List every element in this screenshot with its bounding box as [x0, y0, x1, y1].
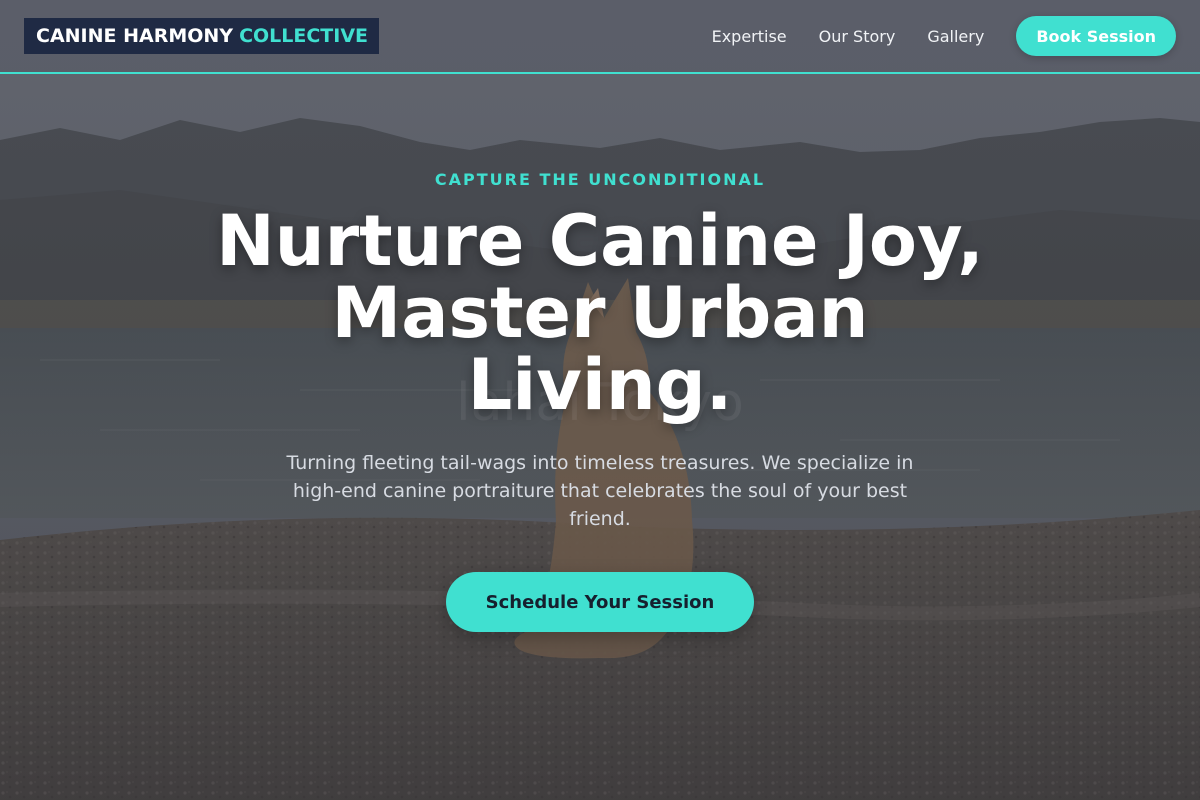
hero-eyebrow: CAPTURE THE UNCONDITIONAL	[434, 170, 766, 189]
top-navbar: CANINE HARMONY COLLECTIVE Expertise Our …	[0, 0, 1200, 74]
brand-name-main: CANINE HARMONY	[36, 25, 234, 47]
brand-logo[interactable]: CANINE HARMONY COLLECTIVE	[24, 18, 380, 54]
nav-link-gallery[interactable]: Gallery	[927, 27, 984, 46]
hero-section: lahai Tokyo CANINE HARMONY COLLECTIVE Ex…	[0, 0, 1200, 800]
hero-headline: Nurture Canine Joy, Master Urban Living.	[216, 200, 984, 426]
book-session-button[interactable]: Book Session	[1016, 16, 1176, 56]
nav-link-expertise[interactable]: Expertise	[712, 27, 787, 46]
schedule-session-button[interactable]: Schedule Your Session	[446, 572, 754, 632]
nav-links: Expertise Our Story Gallery Book Session	[712, 16, 1176, 56]
hero-subtext: Turning fleeting tail-wags into timeless…	[286, 452, 914, 530]
brand-name-accent: COLLECTIVE	[239, 25, 369, 47]
nav-link-our-story[interactable]: Our Story	[819, 27, 896, 46]
